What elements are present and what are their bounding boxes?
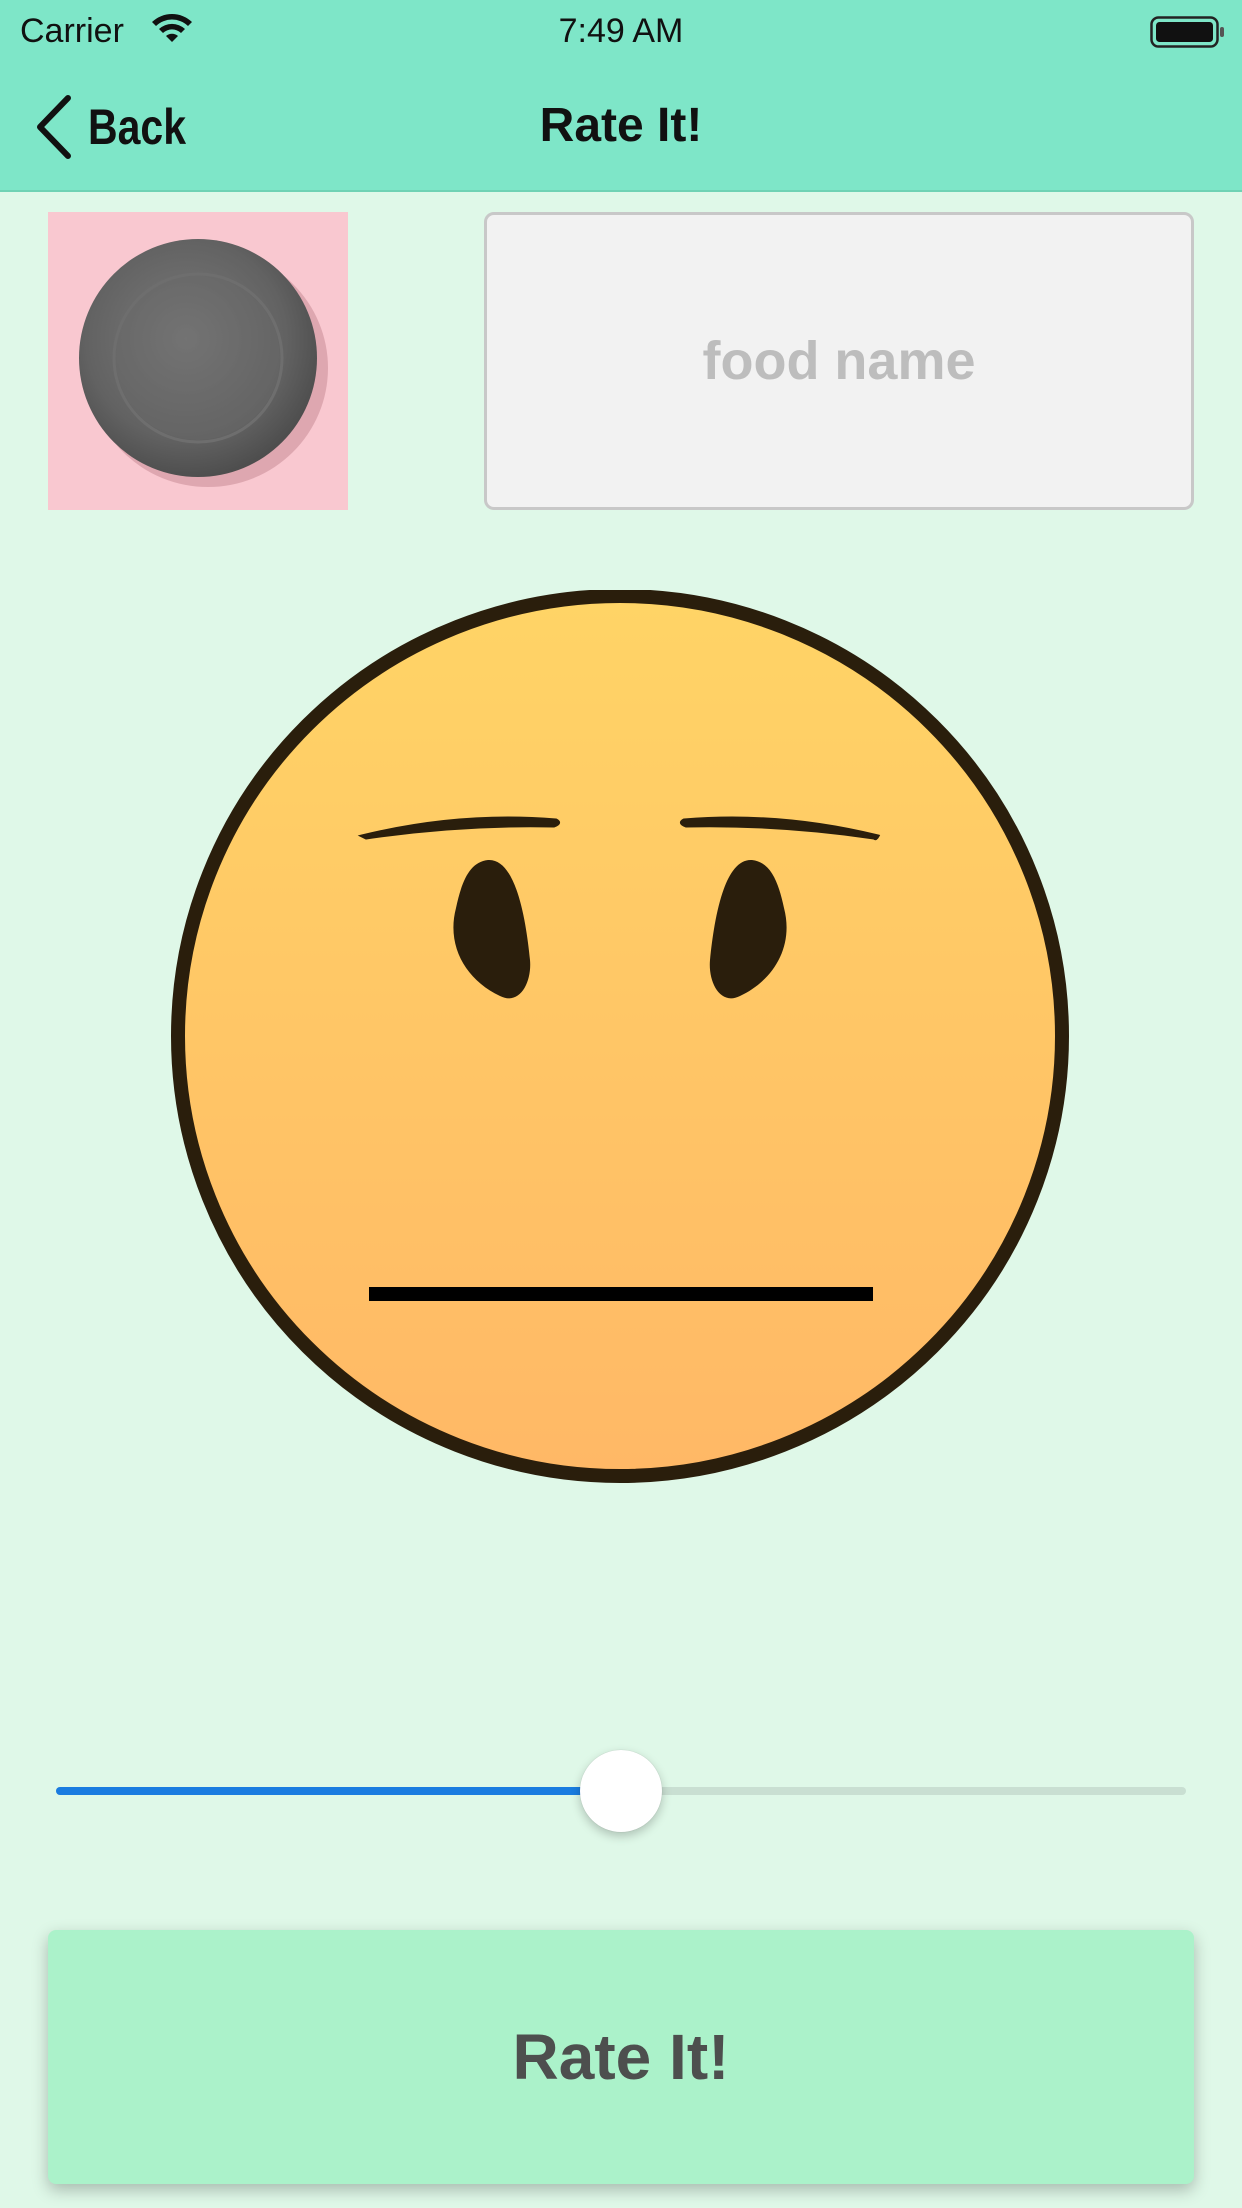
neutral-face-icon[interactable]	[170, 590, 1070, 1490]
navigation-bar: Back Rate It!	[0, 62, 1242, 192]
empty-plate-image	[79, 239, 328, 487]
face-circle	[171, 590, 1069, 1483]
clock: 7:49 AM	[558, 12, 684, 50]
mouth	[369, 1287, 873, 1301]
food-name-field[interactable]	[484, 212, 1194, 510]
slider-thumb[interactable]	[580, 1750, 662, 1832]
slider-fill	[56, 1787, 621, 1795]
food-photo[interactable]	[48, 212, 348, 510]
rate-it-button[interactable]: Rate It!	[48, 1930, 1194, 2184]
rating-slider[interactable]	[56, 1740, 1186, 1840]
page-title: Rate It!	[539, 99, 703, 152]
status-bar: Carrier 7:49 AM	[0, 0, 1242, 62]
food-name-input[interactable]	[487, 215, 1191, 507]
battery-icon	[1150, 16, 1224, 48]
